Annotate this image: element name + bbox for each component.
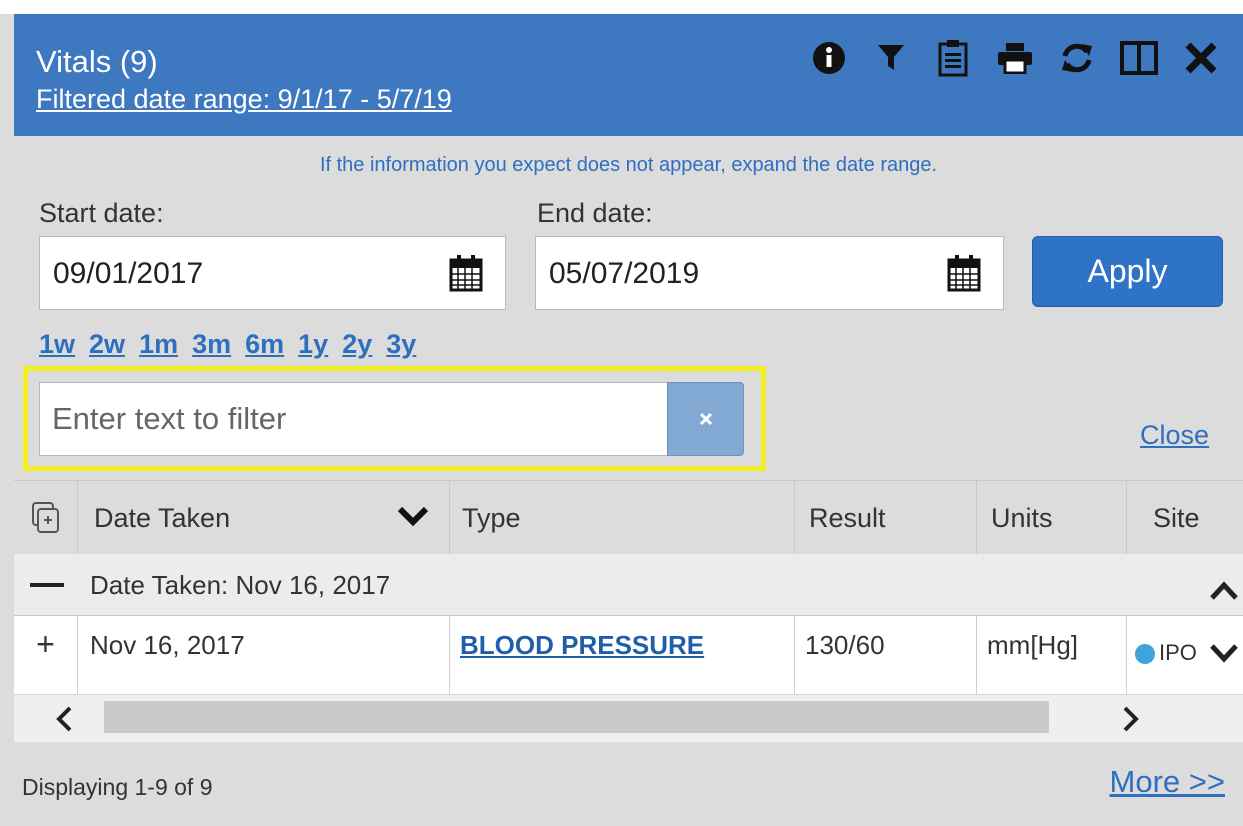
refresh-icon[interactable] <box>1057 38 1097 78</box>
chevron-down-icon[interactable] <box>397 505 429 527</box>
calendar-icon[interactable] <box>449 254 483 297</box>
start-date-field[interactable]: 09/01/2017 <box>39 236 506 310</box>
quick-range-3m[interactable]: 3m <box>192 329 231 360</box>
scroll-left-icon[interactable] <box>54 705 74 733</box>
column-header-date[interactable]: Date Taken <box>78 481 450 555</box>
clear-filter-button[interactable] <box>667 382 744 456</box>
text-filter-input[interactable] <box>39 382 667 456</box>
quick-range-1y[interactable]: 1y <box>298 329 328 360</box>
cell-type: BLOOD PRESSURE <box>450 616 795 696</box>
start-date-label: Start date: <box>39 198 164 228</box>
panel-header: Vitals (9) Filtered date range: 9/1/17 -… <box>14 14 1243 136</box>
display-count: Displaying 1-9 of 9 <box>22 774 213 800</box>
top-strip <box>0 0 1243 14</box>
cell-units: mm[Hg] <box>977 616 1127 696</box>
start-date-value: 09/01/2017 <box>53 257 204 290</box>
quick-range-2w[interactable]: 2w <box>89 329 125 360</box>
close-link[interactable]: Close <box>1140 420 1209 451</box>
table-row[interactable]: + Nov 16, 2017 BLOOD PRESSURE 130/60 mm[… <box>14 616 1243 696</box>
cell-site: IPO <box>1127 616 1207 696</box>
end-date-field[interactable]: 05/07/2019 <box>535 236 1004 310</box>
group-label: Date Taken: Nov 16, 2017 <box>90 570 391 600</box>
clear-icon <box>699 412 712 426</box>
more-link[interactable]: More >> <box>1110 764 1225 800</box>
collapse-icon[interactable] <box>30 583 64 587</box>
cell-site-text: IPO <box>1159 640 1197 665</box>
vitals-panel: Vitals (9) Filtered date range: 9/1/17 -… <box>0 14 1243 826</box>
site-status-dot <box>1135 644 1155 665</box>
column-header-site[interactable]: Site <box>1127 481 1243 555</box>
cell-date: Nov 16, 2017 <box>78 616 450 696</box>
row-expand-button[interactable]: + <box>14 616 78 696</box>
end-date-value: 05/07/2019 <box>549 257 700 290</box>
column-header-date-label: Date Taken <box>94 502 231 533</box>
group-row[interactable]: Date Taken: Nov 16, 2017 <box>14 554 1243 616</box>
date-filter-area: If the information you expect does not a… <box>14 136 1243 494</box>
print-icon[interactable] <box>995 38 1035 78</box>
scrollbar-thumb[interactable] <box>104 701 1049 733</box>
quick-range-6m[interactable]: 6m <box>245 329 284 360</box>
quick-range-1w[interactable]: 1w <box>39 329 75 360</box>
panel-title: Vitals (9) <box>36 44 158 79</box>
column-header-result[interactable]: Result <box>795 481 977 555</box>
quick-range-links: 1w 2w 1m 3m 6m 1y 2y 3y <box>39 329 416 360</box>
clipboard-icon[interactable] <box>933 38 973 78</box>
date-range-hint: If the information you expect does not a… <box>319 154 938 176</box>
quick-range-2y[interactable]: 2y <box>342 329 372 360</box>
maximize-icon[interactable] <box>1119 38 1159 78</box>
horizontal-scrollbar[interactable] <box>14 694 1243 742</box>
scroll-up-icon[interactable] <box>1209 580 1239 602</box>
scroll-down-icon[interactable] <box>1209 642 1239 664</box>
column-header-type[interactable]: Type <box>450 481 795 555</box>
expand-all-button[interactable] <box>14 481 78 555</box>
quick-range-1m[interactable]: 1m <box>139 329 178 360</box>
cell-result: 130/60 <box>795 616 977 696</box>
column-header-units[interactable]: Units <box>977 481 1127 555</box>
type-link[interactable]: BLOOD PRESSURE <box>460 630 704 660</box>
scroll-right-icon[interactable] <box>1121 705 1141 733</box>
toolbar <box>809 38 1221 78</box>
apply-button[interactable]: Apply <box>1032 236 1223 307</box>
calendar-icon[interactable] <box>947 254 981 297</box>
expand-all-icon <box>31 502 59 533</box>
close-icon[interactable] <box>1181 38 1221 78</box>
filtered-range-link[interactable]: Filtered date range: 9/1/17 - 5/7/19 <box>36 84 452 115</box>
grid-header: Date Taken Type Result Units Site <box>14 480 1243 555</box>
end-date-label: End date: <box>537 198 653 228</box>
panel-footer: Displaying 1-9 of 9 More >> <box>14 742 1243 826</box>
filter-icon[interactable] <box>871 38 911 78</box>
info-icon[interactable] <box>809 38 849 78</box>
quick-range-3y[interactable]: 3y <box>386 329 416 360</box>
